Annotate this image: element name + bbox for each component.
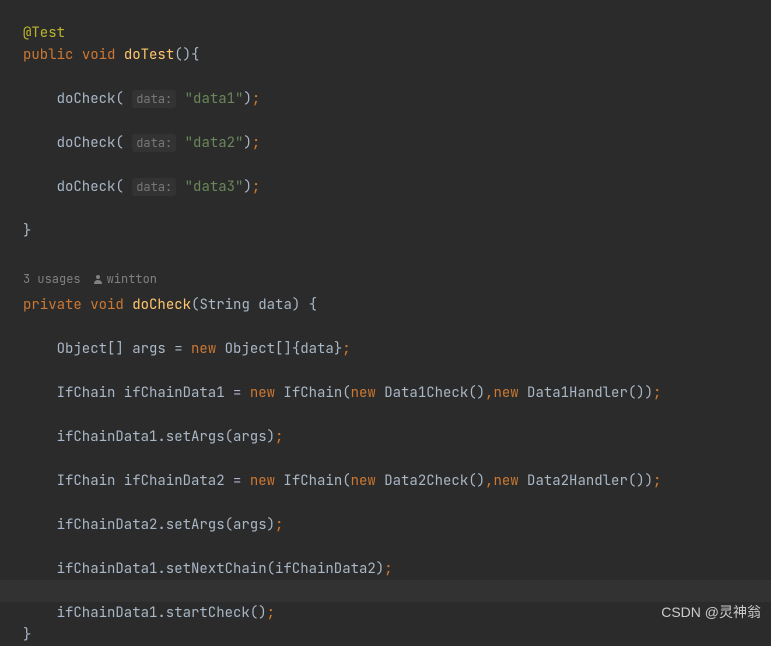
code-line[interactable]: doCheck( data: "data3"); bbox=[23, 176, 771, 198]
code-line[interactable]: IfChain ifChainData2 = new IfChain(new D… bbox=[23, 470, 771, 492]
code-line[interactable]: IfChain ifChainData1 = new IfChain(new D… bbox=[23, 382, 771, 404]
param-hint: data: bbox=[132, 134, 176, 152]
keyword-void: void bbox=[82, 46, 116, 64]
code-line[interactable]: Object[] args = new Object[]{data}; bbox=[23, 338, 771, 360]
keyword-new: new bbox=[191, 340, 216, 358]
code-line[interactable]: @Test bbox=[23, 22, 771, 44]
string-literal: "data3" bbox=[185, 178, 244, 196]
code-line[interactable]: private void doCheck(String data) { bbox=[23, 294, 771, 316]
annotation-test: @Test bbox=[23, 24, 65, 42]
code-line[interactable]: ifChainData1.setArgs(args); bbox=[23, 426, 771, 448]
keyword-new: new bbox=[493, 384, 518, 402]
keyword-void: void bbox=[90, 296, 124, 314]
keyword-new: new bbox=[250, 384, 275, 402]
method-name: doTest bbox=[124, 46, 174, 64]
keyword-new: new bbox=[493, 472, 518, 490]
usages-count[interactable]: 3 usages bbox=[23, 268, 81, 290]
keyword-new: new bbox=[250, 472, 275, 490]
code-line[interactable]: ifChainData1.setNextChain(ifChainData2); bbox=[23, 558, 771, 580]
code-line[interactable]: doCheck( data: "data2"); bbox=[23, 132, 771, 154]
keyword-new: new bbox=[351, 472, 376, 490]
current-line-highlight bbox=[0, 580, 771, 602]
param-hint: data: bbox=[132, 178, 176, 196]
code-line[interactable]: public void doTest(){ bbox=[23, 44, 771, 66]
keyword-new: new bbox=[351, 384, 376, 402]
string-literal: "data2" bbox=[185, 134, 244, 152]
string-literal: "data1" bbox=[185, 90, 244, 108]
keyword-public: public bbox=[23, 46, 73, 64]
code-line[interactable]: ifChainData1.startCheck(); bbox=[23, 602, 771, 624]
author-info[interactable]: wintton bbox=[93, 268, 157, 290]
person-icon bbox=[93, 274, 103, 284]
code-line[interactable]: doCheck( data: "data1"); bbox=[23, 88, 771, 110]
method-name: doCheck bbox=[132, 296, 191, 314]
param-hint: data: bbox=[132, 90, 176, 108]
code-line[interactable]: } bbox=[23, 220, 771, 242]
code-line[interactable]: ifChainData2.setArgs(args); bbox=[23, 514, 771, 536]
keyword-private: private bbox=[23, 296, 82, 314]
code-line[interactable]: } bbox=[23, 624, 771, 646]
usage-hint-line[interactable]: 3 usages wintton bbox=[23, 264, 771, 294]
csdn-watermark: CSDN @灵神翁 bbox=[661, 601, 761, 623]
